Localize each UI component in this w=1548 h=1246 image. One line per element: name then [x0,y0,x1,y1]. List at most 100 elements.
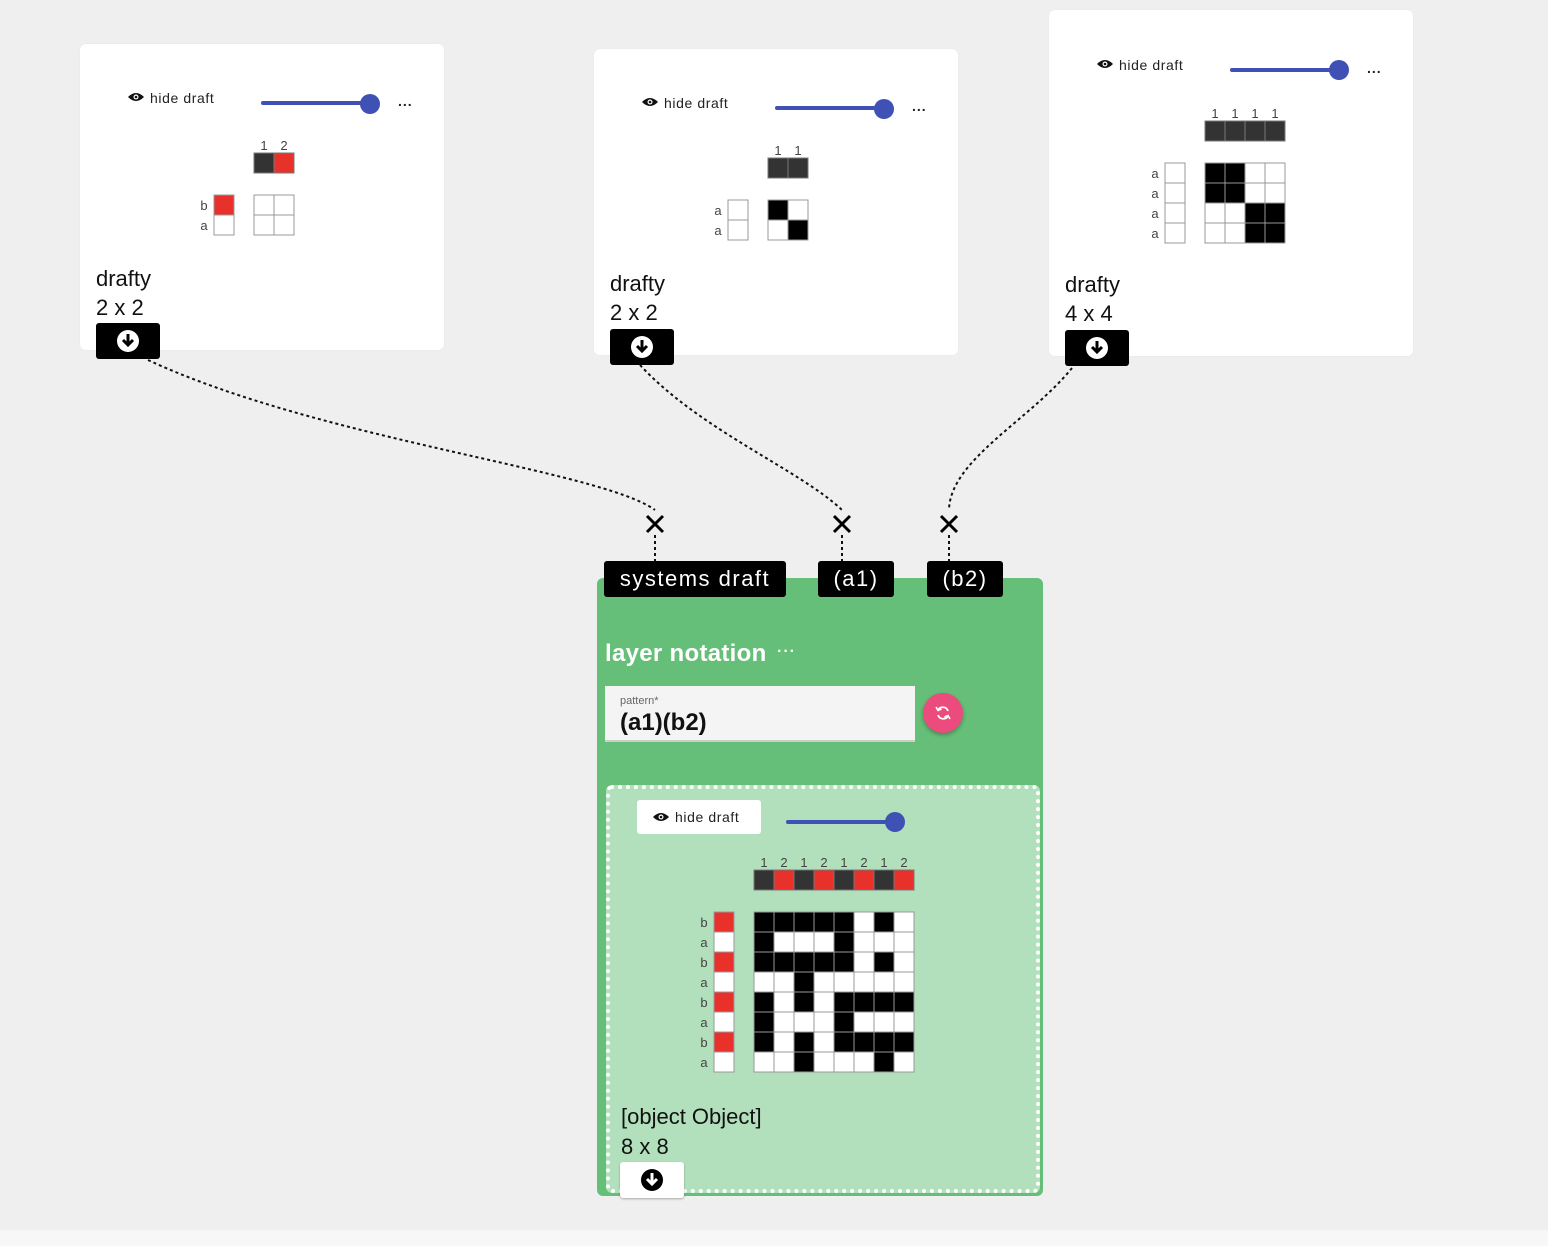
warp-color-cell [793,869,815,891]
hide-draft-button[interactable]: hide draft [637,800,761,834]
close-x-icon[interactable] [832,514,852,534]
draft-cell [273,194,295,216]
download-button[interactable] [1065,330,1129,366]
weft-letter: a [1151,226,1159,241]
draft-svg: 1 2 1 2 1 2 1 2babababa [700,855,915,1073]
draft-name: drafty [610,271,666,296]
draft-cell [833,1051,855,1073]
draft-size: 2 x 2 [96,295,144,320]
slider-thumb[interactable] [874,99,894,119]
slider-thumb[interactable] [1329,60,1349,80]
weft-letter: b [200,198,207,213]
draft-cell [253,194,275,216]
download-icon [641,1169,663,1191]
warp-color-cell [873,869,895,891]
draft-cell [833,971,855,993]
weft-color-cell [727,199,749,221]
weft-letter: b [700,995,707,1010]
warp-color-cell [753,869,775,891]
warp-color-cell [813,869,835,891]
draft-cell [1244,182,1266,204]
draft-cell [753,991,775,1013]
draft-opacity-slider[interactable] [775,106,885,110]
warp-number: 1 [840,855,847,870]
draft-opacity-slider[interactable] [1230,68,1340,72]
draft-size: 2 x 2 [610,300,658,325]
draft-name: drafty [1065,272,1121,297]
close-x-icon[interactable] [645,514,665,534]
draft-cell [1264,162,1286,184]
weft-letter: a [1151,166,1159,181]
weft-letter: a [714,203,722,218]
eye-icon[interactable] [1097,59,1113,69]
more-icon[interactable]: ··· [777,644,796,660]
draft-opacity-slider[interactable] [786,820,896,824]
weft-letter: a [714,223,722,238]
draft-card-1: hide draft ... 12 ba drafty 2 x 2 [80,44,444,350]
draft-cell [773,1051,795,1073]
connection-3 [948,367,1073,511]
draft-svg: 1 1 aa [714,143,809,241]
refresh-button[interactable] [923,693,963,733]
weft-letter: a [700,975,708,990]
draft-cell [873,1031,895,1053]
port-a1[interactable]: (a1) [818,561,894,597]
weft-letter: b [700,955,707,970]
download-button[interactable] [96,323,160,359]
draft-cell [893,911,915,933]
draft-cell [833,991,855,1013]
draft-cell [853,1011,875,1033]
draft-cell [773,1031,795,1053]
warp-number: 2 [820,855,827,870]
hide-draft-button[interactable]: hide draft [1119,57,1183,73]
draft-cell [833,1031,855,1053]
draft-grid-3: 1111aaaa [1141,106,1301,246]
warp-number: 2 [780,855,787,870]
more-icon[interactable]: ... [398,94,413,108]
port-systems-draft[interactable]: systems draft [604,561,786,597]
draft-size: 4 x 4 [1065,301,1113,326]
connection-1 [147,359,656,511]
hide-draft-button[interactable]: hide draft [150,90,214,106]
weft-color-cell [713,931,735,953]
draft-cell [767,199,789,221]
more-icon[interactable]: ... [912,99,927,113]
pattern-field[interactable]: pattern* [605,686,915,742]
download-button[interactable] [620,1162,684,1198]
weft-color-cell [713,991,735,1013]
eye-icon[interactable] [642,97,658,107]
draft-cell [873,911,895,933]
draft-cell [833,951,855,973]
slider-thumb[interactable] [360,94,380,114]
more-icon[interactable]: ... [1367,61,1382,75]
weft-color-cell [713,911,735,933]
download-button[interactable] [610,329,674,365]
warp-number: 2 [280,138,287,153]
draft-svg: 1 2 ba [200,138,295,236]
draft-cell [813,951,835,973]
pattern-input[interactable] [620,709,900,737]
draft-opacity-slider[interactable] [261,101,371,105]
hide-draft-button[interactable]: hide draft [664,95,728,111]
draft-cell [1264,222,1286,244]
draft-cell [793,911,815,933]
eye-icon[interactable] [128,92,144,102]
draft-cell [753,1051,775,1073]
warp-color-cell [853,869,875,891]
draft-cell [1224,202,1246,224]
draft-cell [793,1031,815,1053]
draft-cell [873,971,895,993]
slider-thumb[interactable] [885,812,905,832]
close-x-icon[interactable] [939,514,959,534]
weft-letter: a [1151,186,1159,201]
draft-cell [793,1051,815,1073]
weft-color-cell [1164,162,1186,184]
draft-cell [1244,162,1266,184]
warp-color-cell [1244,120,1266,142]
weft-letter: b [700,1035,707,1050]
weft-color-cell [713,971,735,993]
port-b2[interactable]: (b2) [927,561,1003,597]
draft-cell [753,1011,775,1033]
draft-cell [813,1011,835,1033]
warp-color-cell [273,152,295,174]
